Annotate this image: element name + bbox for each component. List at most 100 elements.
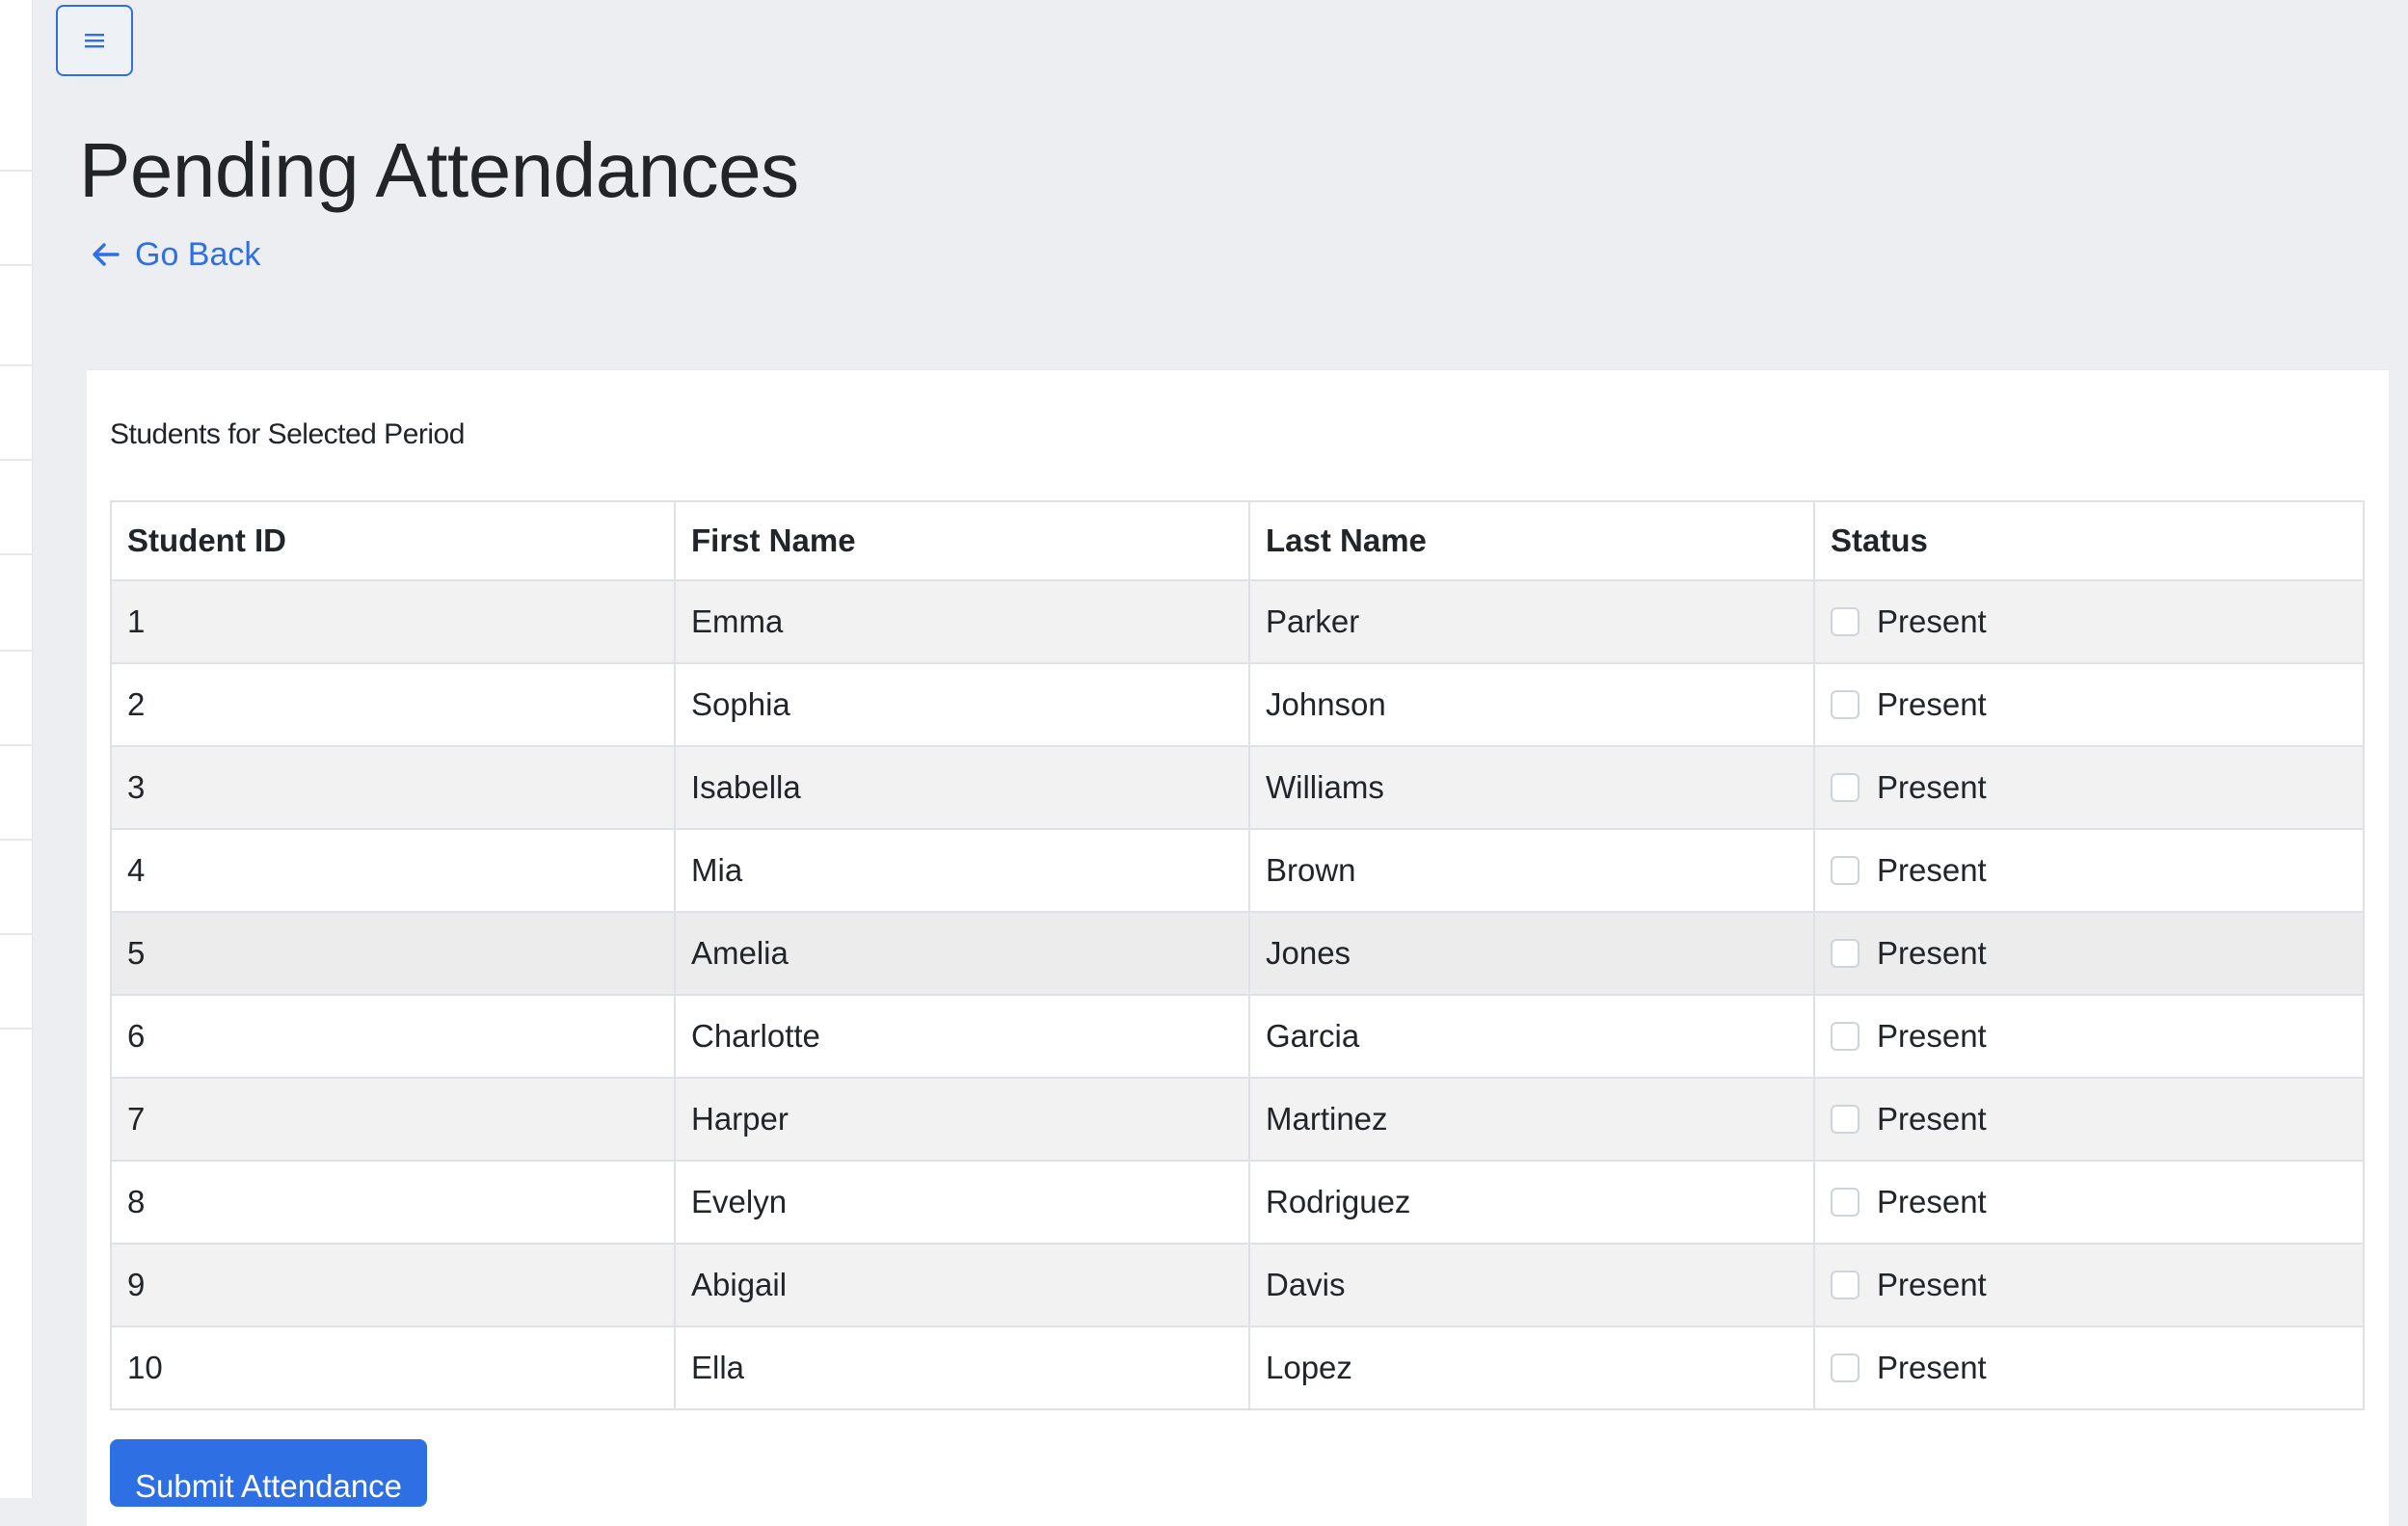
last-name-cell: Garcia [1248, 994, 1815, 1079]
last-name-cell: Jones [1248, 911, 1815, 996]
present-checkbox-group[interactable]: Present [1831, 996, 2347, 1077]
column-header-student-id: Student ID [110, 500, 676, 581]
present-checkbox-group[interactable]: Present [1831, 581, 2347, 662]
sidebar-divider [0, 1028, 33, 1030]
present-checkbox-group[interactable]: Present [1831, 830, 2347, 911]
last-name-cell: Williams [1248, 745, 1815, 830]
student-id-cell: 10 [110, 1325, 676, 1410]
present-checkbox-group[interactable]: Present [1831, 1327, 2347, 1408]
students-table: Student ID First Name Last Name Status 1… [110, 500, 2365, 1410]
sidebar-collapsed [0, 0, 33, 1498]
status-cell: Present [1813, 994, 2365, 1079]
menu-toggle-button[interactable] [56, 5, 133, 76]
present-checkbox-group[interactable]: Present [1831, 1245, 2347, 1325]
status-cell: Present [1813, 1077, 2365, 1162]
sidebar-divider [0, 364, 33, 366]
table-row: 1 Emma Parker Present [110, 579, 2365, 664]
first-name-cell: Evelyn [674, 1160, 1250, 1245]
status-cell: Present [1813, 828, 2365, 913]
first-name-cell: Ella [674, 1325, 1250, 1410]
student-id-cell: 1 [110, 579, 676, 664]
first-name-cell: Amelia [674, 911, 1250, 996]
student-id-cell: 7 [110, 1077, 676, 1162]
present-checkbox-group[interactable]: Present [1831, 747, 2347, 828]
present-label[interactable]: Present [1877, 1184, 1987, 1220]
table-row: 3 Isabella Williams Present [110, 745, 2365, 830]
hamburger-menu-icon [85, 34, 104, 48]
present-checkbox[interactable] [1831, 773, 1860, 802]
first-name-cell: Sophia [674, 662, 1250, 747]
first-name-cell: Harper [674, 1077, 1250, 1162]
sidebar-divider [0, 839, 33, 841]
present-checkbox[interactable] [1831, 1022, 1860, 1051]
column-header-first-name: First Name [674, 500, 1250, 581]
present-checkbox-group[interactable]: Present [1831, 1079, 2347, 1160]
student-id-cell: 5 [110, 911, 676, 996]
present-label[interactable]: Present [1877, 769, 1987, 806]
last-name-cell: Lopez [1248, 1325, 1815, 1410]
sidebar-divider [0, 170, 33, 172]
sidebar-divider [0, 459, 33, 461]
sidebar-divider [0, 264, 33, 266]
status-cell: Present [1813, 579, 2365, 664]
present-label[interactable]: Present [1877, 686, 1987, 723]
present-checkbox[interactable] [1831, 856, 1860, 885]
sidebar-divider [0, 744, 33, 746]
present-label[interactable]: Present [1877, 852, 1987, 889]
sidebar-divider [0, 650, 33, 652]
first-name-cell: Mia [674, 828, 1250, 913]
last-name-cell: Brown [1248, 828, 1815, 913]
first-name-cell: Emma [674, 579, 1250, 664]
present-label[interactable]: Present [1877, 1101, 1987, 1138]
student-id-cell: 3 [110, 745, 676, 830]
table-row: 5 Amelia Jones Present [110, 911, 2365, 996]
present-checkbox[interactable] [1831, 1353, 1860, 1382]
last-name-cell: Davis [1248, 1243, 1815, 1327]
present-checkbox[interactable] [1831, 607, 1860, 636]
present-checkbox[interactable] [1831, 690, 1860, 719]
status-cell: Present [1813, 1160, 2365, 1245]
student-id-cell: 6 [110, 994, 676, 1079]
present-label[interactable]: Present [1877, 603, 1987, 640]
last-name-cell: Rodriguez [1248, 1160, 1815, 1245]
table-header-row: Student ID First Name Last Name Status [110, 500, 2365, 581]
table-row: 9 Abigail Davis Present [110, 1243, 2365, 1327]
first-name-cell: Isabella [674, 745, 1250, 830]
present-label[interactable]: Present [1877, 1267, 1987, 1303]
present-checkbox-group[interactable]: Present [1831, 913, 2347, 994]
arrow-left-icon [93, 243, 120, 266]
status-cell: Present [1813, 745, 2365, 830]
table-row: 4 Mia Brown Present [110, 828, 2365, 913]
status-cell: Present [1813, 662, 2365, 747]
student-id-cell: 4 [110, 828, 676, 913]
student-id-cell: 2 [110, 662, 676, 747]
card-title: Students for Selected Period [110, 418, 465, 450]
present-checkbox[interactable] [1831, 1271, 1860, 1299]
present-checkbox[interactable] [1831, 1188, 1860, 1217]
table-row: 6 Charlotte Garcia Present [110, 994, 2365, 1079]
table-row: 10 Ella Lopez Present [110, 1325, 2365, 1410]
student-id-cell: 8 [110, 1160, 676, 1245]
status-cell: Present [1813, 911, 2365, 996]
sidebar-divider [0, 553, 33, 555]
go-back-label: Go Back [135, 235, 261, 273]
last-name-cell: Martinez [1248, 1077, 1815, 1162]
go-back-link[interactable]: Go Back [91, 233, 260, 276]
present-checkbox-group[interactable]: Present [1831, 664, 2347, 745]
last-name-cell: Johnson [1248, 662, 1815, 747]
first-name-cell: Abigail [674, 1243, 1250, 1327]
table-row: 8 Evelyn Rodriguez Present [110, 1160, 2365, 1245]
present-checkbox-group[interactable]: Present [1831, 1162, 2347, 1243]
present-checkbox[interactable] [1831, 939, 1860, 968]
first-name-cell: Charlotte [674, 994, 1250, 1079]
column-header-status: Status [1813, 500, 2365, 581]
present-label[interactable]: Present [1877, 935, 1987, 972]
sidebar-divider [0, 933, 33, 935]
table-row: 2 Sophia Johnson Present [110, 662, 2365, 747]
students-card: Students for Selected Period Student ID … [87, 369, 2389, 1526]
present-label[interactable]: Present [1877, 1018, 1987, 1055]
present-checkbox[interactable] [1831, 1105, 1860, 1134]
submit-attendance-button[interactable]: Submit Attendance [110, 1439, 428, 1507]
table-row: 7 Harper Martinez Present [110, 1077, 2365, 1162]
present-label[interactable]: Present [1877, 1350, 1987, 1386]
